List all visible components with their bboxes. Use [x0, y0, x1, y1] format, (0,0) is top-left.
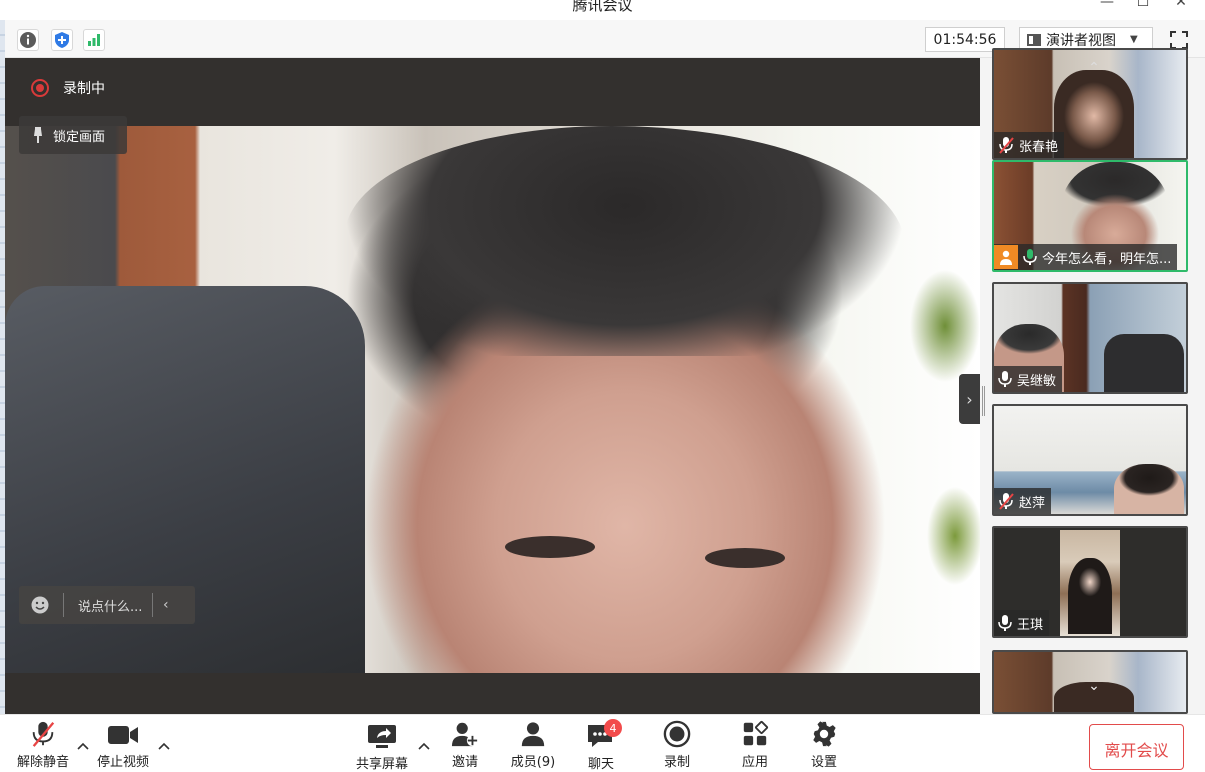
chevron-up-icon[interactable]: ⌃	[1082, 60, 1106, 76]
layout-icon	[1027, 33, 1041, 46]
mic-icon	[998, 371, 1012, 387]
participant-tile[interactable]: 今年怎么看，明年怎...	[992, 160, 1188, 272]
participant-person	[1114, 464, 1184, 514]
chevron-down-icon[interactable]: ⌄	[1082, 678, 1106, 694]
speaker-hair	[345, 126, 905, 356]
lock-view-label: 锁定画面	[53, 129, 106, 145]
view-mode-label: 演讲者视图	[1046, 32, 1116, 49]
members-button[interactable]: 成员(9)	[503, 720, 563, 770]
participant-name: 张春艳	[1019, 139, 1059, 155]
chat-input[interactable]: 说点什么...	[78, 596, 152, 615]
minimize-button[interactable]: —	[1096, 0, 1118, 14]
record-icon	[663, 720, 691, 748]
share-screen-label: 共享屏幕	[355, 757, 408, 772]
settings-button[interactable]: 设置	[794, 720, 854, 770]
participant-tile[interactable]: 赵萍	[992, 404, 1188, 516]
members-icon	[521, 722, 545, 747]
chevron-up-icon[interactable]	[76, 740, 90, 754]
pin-icon	[34, 127, 42, 143]
divider	[152, 593, 153, 617]
speaker-eye-left	[505, 536, 595, 558]
recording-label: 录制中	[63, 81, 105, 97]
speaker-eye-right	[705, 548, 785, 568]
chat-unread-badge: 4	[604, 719, 622, 737]
participant-tile[interactable]: 吴继敏	[992, 282, 1188, 394]
share-screen-button[interactable]: 共享屏幕	[352, 722, 412, 772]
signal-icon[interactable]	[83, 29, 105, 51]
mic-speaking-icon	[1023, 249, 1037, 265]
collapse-panel-button[interactable]: ›	[959, 374, 980, 424]
participant-tile[interactable]: 王琪	[992, 526, 1188, 638]
user-icon	[994, 245, 1018, 269]
participant-label: 赵萍	[994, 488, 1052, 514]
participant-name: 赵萍	[1019, 495, 1046, 511]
unmute-label: 解除静音	[16, 755, 69, 770]
participant-tile[interactable]: ⌄	[992, 650, 1188, 714]
info-icon[interactable]	[17, 29, 39, 51]
invite-button[interactable]: 邀请	[435, 720, 495, 770]
background-chair	[1104, 334, 1184, 392]
apps-label: 应用	[741, 755, 768, 770]
members-label: 成员(9)	[510, 755, 556, 770]
maximize-button[interactable]: ☐	[1132, 0, 1154, 14]
invite-label: 邀请	[451, 755, 478, 770]
gear-icon	[813, 721, 836, 747]
participant-label: 吴继敏	[994, 366, 1063, 392]
participant-person	[1054, 70, 1134, 158]
unmute-button[interactable]: 解除静音	[13, 720, 73, 770]
chat-label: 聊天	[587, 757, 614, 772]
participant-tile[interactable]: ⌃ 张春艳	[992, 48, 1188, 160]
participant-person	[1068, 558, 1112, 634]
chevron-down-icon: ▼	[1130, 34, 1138, 45]
mic-muted-icon	[999, 137, 1014, 154]
window-title: 腾讯会议	[572, 0, 633, 14]
mic-icon	[998, 615, 1012, 631]
participant-label: 张春艳	[994, 132, 1065, 158]
chevron-left-icon[interactable]: ‹	[163, 597, 169, 613]
shield-icon[interactable]	[51, 29, 73, 51]
lock-view-button[interactable]: 锁定画面	[19, 116, 127, 154]
chevron-up-icon[interactable]	[417, 740, 431, 754]
emoji-icon[interactable]	[31, 596, 49, 614]
add-user-icon	[451, 722, 479, 747]
chevron-up-icon[interactable]	[157, 740, 171, 754]
divider	[63, 593, 64, 617]
record-indicator-icon	[31, 79, 49, 97]
stop-video-button[interactable]: 停止视频	[93, 722, 153, 772]
close-button[interactable]: ✕	[1170, 0, 1192, 14]
apps-icon	[743, 720, 769, 746]
background-plant	[905, 206, 980, 673]
video-bottom-band	[5, 673, 980, 714]
settings-label: 设置	[810, 755, 837, 770]
share-screen-icon	[368, 725, 396, 748]
participant-label: 今年怎么看，明年怎...	[994, 244, 1178, 270]
camera-icon	[108, 726, 138, 744]
recording-bar: 录制中	[5, 58, 980, 126]
stop-video-label: 停止视频	[96, 755, 149, 770]
quick-chat-box[interactable]: 说点什么... ‹	[19, 586, 195, 624]
record-label: 录制	[663, 755, 690, 770]
mic-muted-icon	[32, 721, 55, 747]
main-video[interactable]: 录制中 锁定画面 说点什么... ‹ ›	[5, 58, 980, 714]
participant-name: 吴继敏	[1017, 373, 1057, 389]
apps-button[interactable]: 应用	[725, 720, 785, 770]
record-button[interactable]: 录制	[647, 720, 707, 770]
participant-name: 今年怎么看，明年怎...	[1042, 251, 1172, 267]
participant-label: 王琪	[994, 610, 1050, 636]
mic-muted-icon	[999, 493, 1014, 510]
chat-button[interactable]: 聊天	[571, 722, 631, 772]
participant-name: 王琪	[1017, 617, 1044, 633]
panel-resize-handle[interactable]	[982, 386, 985, 416]
chevron-right-icon: ›	[966, 389, 973, 409]
title-bar: 腾讯会议 — ☐ ✕	[0, 0, 1205, 20]
leave-meeting-button[interactable]: 离开会议	[1089, 724, 1184, 770]
